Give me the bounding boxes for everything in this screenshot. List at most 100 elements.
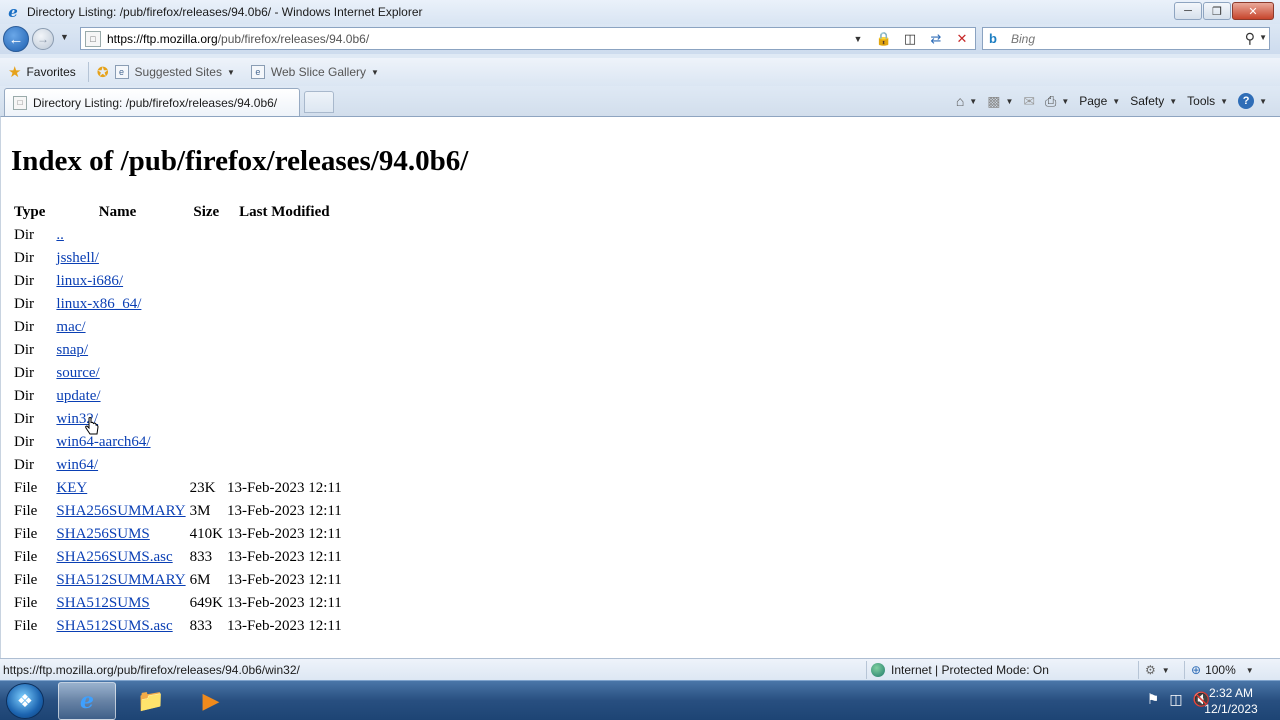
- search-options-icon[interactable]: ▼: [1259, 33, 1267, 42]
- entry-type: Dir: [14, 388, 34, 404]
- taskbar-internet-explorer[interactable]: e: [58, 682, 116, 720]
- web-slice-gallery-label: Web Slice Gallery: [270, 65, 367, 79]
- entry-link[interactable]: SHA256SUMS: [56, 526, 149, 542]
- close-button[interactable]: ✕: [1232, 2, 1274, 20]
- home-button[interactable]: ⌂ ▼: [951, 93, 982, 109]
- column-header-size: Size: [193, 204, 220, 220]
- refresh-icon[interactable]: ⇄: [927, 30, 945, 48]
- add-to-favorites-bar-button[interactable]: ✪: [91, 60, 113, 84]
- entry-link[interactable]: SHA256SUMMARY: [56, 503, 185, 519]
- entry-size: 410K: [189, 526, 223, 542]
- status-tools[interactable]: ⚙ ▼: [1138, 661, 1170, 679]
- entry-name-cell: SHA256SUMS.asc: [48, 546, 186, 569]
- entry-name-cell: linux-i686/: [48, 270, 186, 293]
- address-dropdown-icon[interactable]: ▼: [849, 30, 867, 48]
- entry-link[interactable]: update/: [56, 388, 100, 404]
- entry-link[interactable]: mac/: [56, 319, 85, 335]
- entry-size: [189, 362, 224, 385]
- page-favicon-icon: □: [85, 30, 101, 47]
- zoom-level-button[interactable]: ⊕ 100% ▼: [1184, 661, 1254, 679]
- entry-link[interactable]: snap/: [56, 342, 88, 358]
- read-mail-button[interactable]: ✉: [1018, 93, 1040, 110]
- suggested-sites-label: Suggested Sites: [134, 65, 222, 79]
- table-row: File SHA256SUMMARY 3M 13-Feb-2023 12:11: [13, 500, 343, 523]
- forward-button[interactable]: →: [32, 28, 54, 50]
- entry-type: Dir: [14, 296, 34, 312]
- taskbar-windows-explorer[interactable]: 📁: [122, 682, 180, 720]
- chevron-down-icon: ▼: [1005, 96, 1014, 106]
- entry-link[interactable]: win64/: [56, 457, 98, 473]
- entry-link[interactable]: win64-aarch64/: [56, 434, 150, 450]
- search-box[interactable]: b ⚲ ▼: [982, 27, 1270, 50]
- entry-type: File: [14, 526, 38, 542]
- chevron-down-icon: ▼: [371, 67, 379, 77]
- entry-type: Dir: [14, 365, 34, 381]
- maximize-button[interactable]: ❐: [1203, 2, 1231, 20]
- search-icon[interactable]: ⚲: [1245, 30, 1255, 47]
- lock-icon[interactable]: 🔒: [875, 30, 893, 48]
- entry-type: Dir: [14, 273, 34, 289]
- search-input[interactable]: [1011, 31, 1231, 46]
- entry-last-modified: [226, 454, 343, 477]
- entry-link[interactable]: SHA512SUMS: [56, 595, 149, 611]
- page-menu[interactable]: Page ▼: [1074, 94, 1125, 108]
- taskbar-clock[interactable]: 2:32 AM 12/1/2023: [1196, 685, 1266, 717]
- entry-link[interactable]: linux-x86_64/: [56, 296, 141, 312]
- recent-pages-dropdown[interactable]: ▼: [60, 32, 69, 42]
- start-button[interactable]: ❖: [6, 683, 44, 719]
- table-row: File SHA512SUMMARY 6M 13-Feb-2023 12:11: [13, 569, 343, 592]
- tab-directory-listing[interactable]: □ Directory Listing: /pub/firefox/releas…: [4, 88, 300, 116]
- stop-icon[interactable]: ✕: [953, 30, 971, 48]
- favorites-button[interactable]: ★ Favorites: [0, 60, 84, 84]
- directory-table-body: Dir.. Dir jsshell/Dir linux-i686/Dir linux-x…: [13, 224, 343, 638]
- compatibility-view-icon[interactable]: ◫: [901, 30, 919, 48]
- security-zone[interactable]: Internet | Protected Mode: On: [866, 661, 1049, 679]
- page-title: Index of /pub/firefox/releases/94.0b6/: [11, 145, 469, 177]
- entry-size: [189, 224, 224, 247]
- address-url[interactable]: https://ftp.mozilla.org/pub/firefox/rele…: [107, 32, 369, 46]
- entry-name-cell: KEY: [48, 477, 186, 500]
- address-bar[interactable]: □ https://ftp.mozilla.org/pub/firefox/re…: [80, 27, 976, 50]
- help-icon: ?: [1238, 93, 1255, 109]
- entry-link[interactable]: ..: [56, 227, 64, 243]
- suggested-sites-button[interactable]: e Suggested Sites ▼: [113, 60, 243, 84]
- new-tab-button[interactable]: [304, 91, 334, 113]
- status-bar: https://ftp.mozilla.org/pub/firefox/rele…: [0, 658, 1280, 680]
- safety-menu-label: Safety: [1130, 94, 1165, 108]
- security-zone-label: Internet | Protected Mode: On: [891, 663, 1049, 677]
- entry-last-modified: 13-Feb-2023 12:11: [226, 572, 342, 588]
- entry-link[interactable]: KEY: [56, 480, 87, 496]
- entry-name-cell: update/: [48, 385, 186, 408]
- status-url: https://ftp.mozilla.org/pub/firefox/rele…: [3, 663, 300, 677]
- chevron-down-icon: ▼: [969, 96, 978, 106]
- entry-type: File: [14, 595, 38, 611]
- entry-link[interactable]: SHA256SUMS.asc: [56, 549, 172, 565]
- help-menu[interactable]: ? ▼: [1233, 93, 1272, 109]
- entry-link[interactable]: SHA512SUMS.asc: [56, 618, 172, 634]
- print-button[interactable]: ⎙ ▼: [1040, 93, 1074, 110]
- back-button[interactable]: ←: [3, 26, 29, 52]
- entry-name-cell: SHA512SUMMARY: [48, 569, 186, 592]
- safety-menu[interactable]: Safety ▼: [1125, 94, 1182, 108]
- entry-link[interactable]: SHA512SUMMARY: [56, 572, 185, 588]
- network-icon[interactable]: ◫: [1169, 691, 1182, 708]
- web-slice-gallery-button[interactable]: e Web Slice Gallery ▼: [243, 60, 387, 84]
- zoom-icon: ⊕: [1191, 663, 1202, 677]
- entry-size: 833: [189, 618, 213, 634]
- column-header-name: Name: [98, 204, 137, 220]
- table-row: Dir snap/: [13, 339, 343, 362]
- entry-link[interactable]: jsshell/: [56, 250, 99, 266]
- table-row: File KEY 23K 13-Feb-2023 12:11: [13, 477, 343, 500]
- table-row: Dir update/: [13, 385, 343, 408]
- action-center-flag-icon[interactable]: ⚑: [1147, 691, 1160, 708]
- entry-size: [189, 408, 224, 431]
- media-player-icon: ▶: [202, 688, 220, 713]
- entry-link[interactable]: linux-i686/: [56, 273, 123, 289]
- tools-menu[interactable]: Tools ▼: [1182, 94, 1233, 108]
- feeds-button[interactable]: ▩ ▼: [982, 93, 1018, 110]
- entry-link[interactable]: source/: [56, 365, 99, 381]
- taskbar: ❖ e 📁 ▶ ⚑ ◫ 🔇 2:32 AM 12/1/2023: [0, 680, 1280, 720]
- minimize-button[interactable]: ─: [1174, 2, 1202, 20]
- taskbar-media-player[interactable]: ▶: [182, 682, 240, 720]
- entry-type: Dir: [14, 342, 34, 358]
